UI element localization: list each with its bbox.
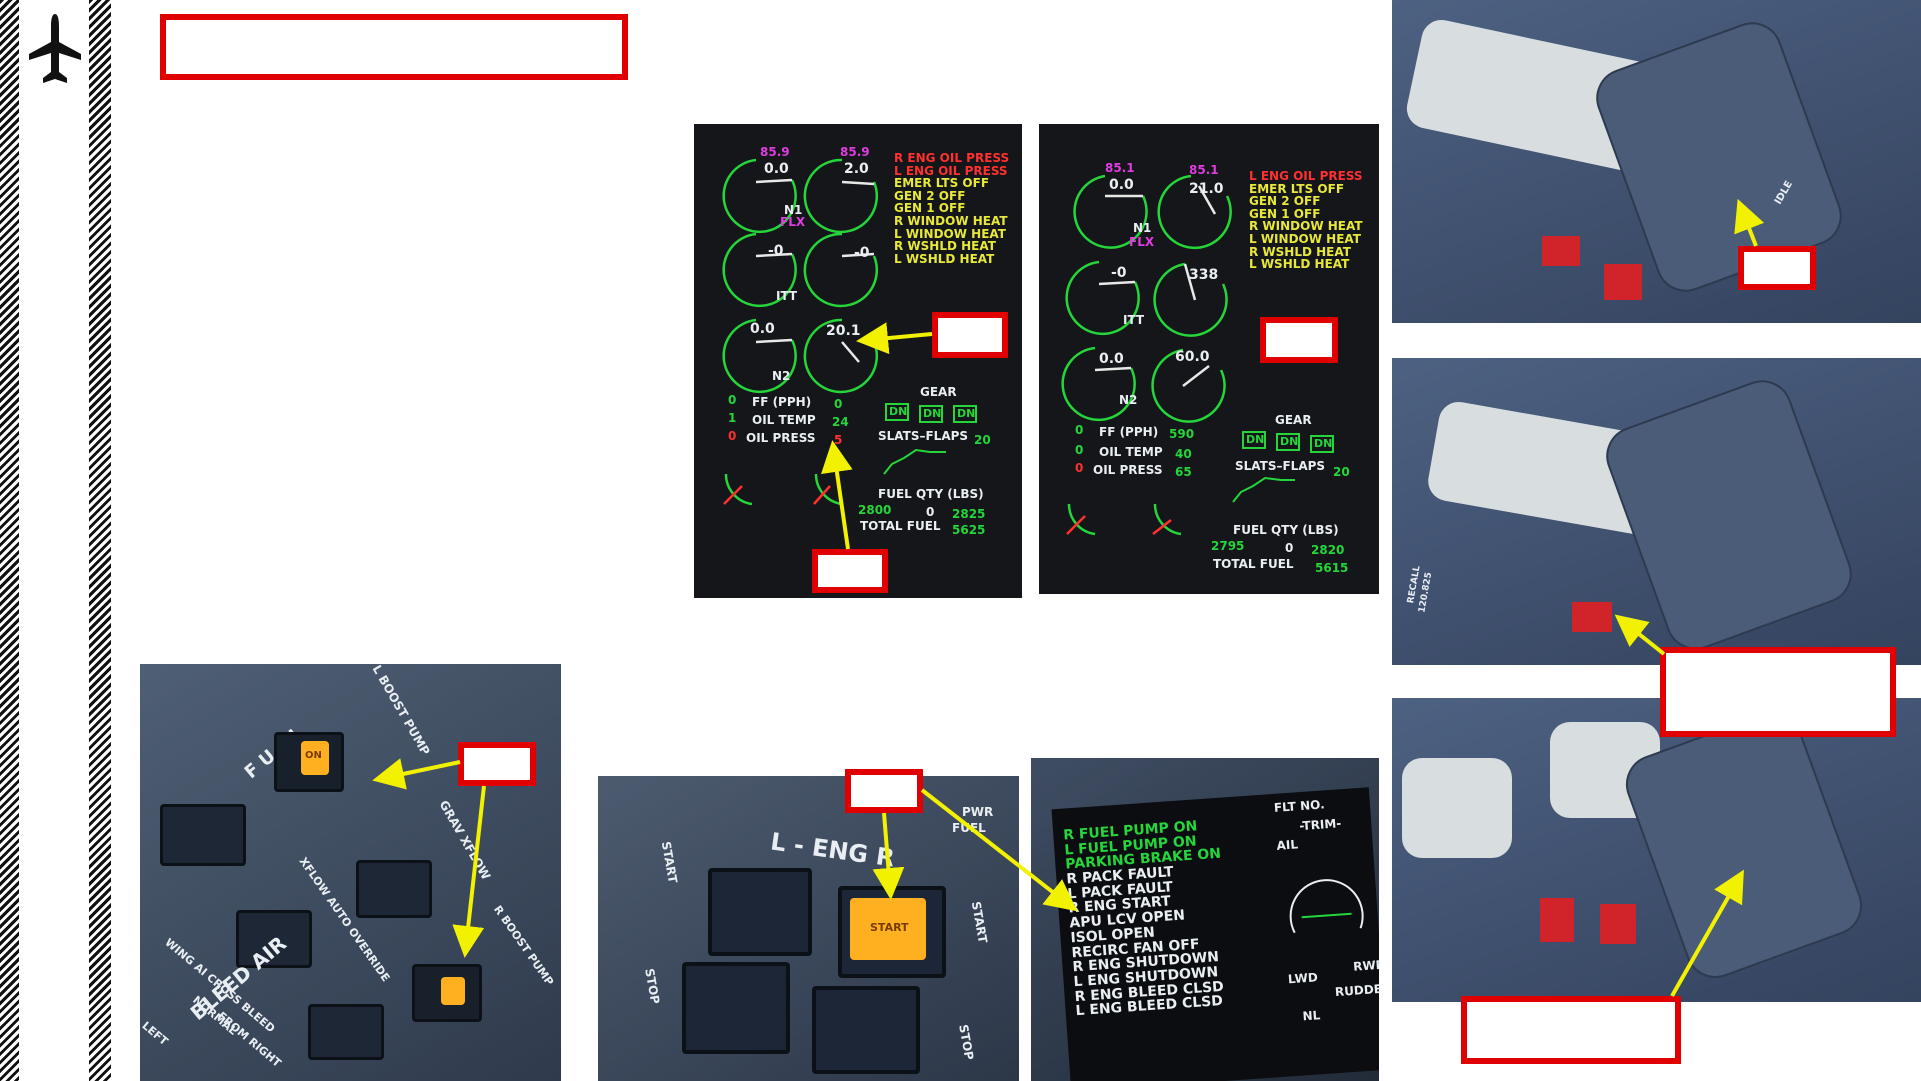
annotation-arrows — [372, 198, 1765, 997]
